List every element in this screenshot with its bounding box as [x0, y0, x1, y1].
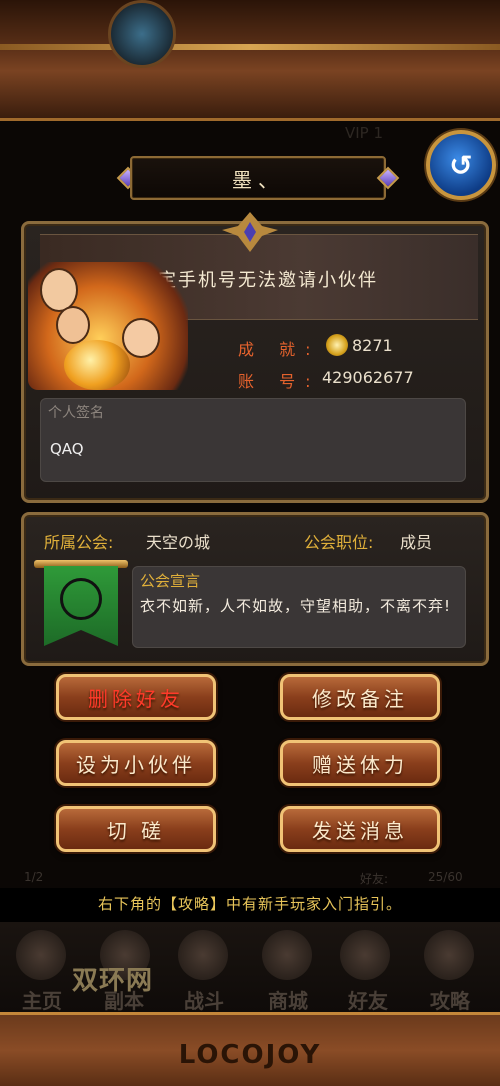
guide-icon [424, 930, 474, 980]
friends-count: 25/60 [428, 870, 463, 884]
achievement-medal-icon [326, 334, 348, 356]
signature-text: QAQ [50, 440, 84, 458]
spar-label: 切 磋 [106, 818, 166, 843]
friends-label: 好友: [360, 872, 389, 886]
back-button[interactable]: ↺ [426, 130, 496, 200]
guild-name-value: 天空の城 [146, 533, 211, 552]
guild-declaration-title: 公会宣言 [140, 572, 201, 590]
nav-item-guide[interactable]: 攻略 [414, 985, 486, 1014]
player-emblem-icon [108, 0, 176, 68]
shop-icon [262, 930, 312, 980]
signature-label: 个人签名 [48, 405, 104, 421]
hero-face-icon [56, 306, 90, 344]
set-partner-label: 设为小伙伴 [76, 752, 196, 777]
set-partner-button[interactable]: 设为小伙伴 [56, 740, 216, 786]
achievement-label: 成 就: [238, 340, 321, 359]
nav-item-home[interactable]: 主页 [6, 985, 78, 1014]
nav-item-shop[interactable]: 商城 [252, 985, 324, 1014]
hero-face-icon [122, 318, 160, 358]
back-arrow-icon: ↺ [449, 148, 473, 182]
nav-item-friends[interactable]: 好友 [332, 985, 404, 1014]
spar-button[interactable]: 切 磋 [56, 806, 216, 852]
delete-friend-button[interactable]: 删除好友 [56, 674, 216, 720]
page-indicator: 1/2 [24, 870, 44, 884]
publisher-logo: LOCOJOY [178, 1040, 322, 1070]
delete-friend-label: 删除好友 [88, 686, 184, 711]
vip-level: VIP 1 [345, 124, 384, 142]
battle-icon [178, 930, 228, 980]
friends-icon [340, 930, 390, 980]
player-name-plate: 墨、 [130, 156, 386, 200]
guild-name-label: 所属公会: [44, 533, 114, 552]
top-bar-trim [0, 44, 500, 50]
nav-item-battle[interactable]: 战斗 [168, 985, 240, 1014]
guild-role-value: 成员 [400, 533, 433, 552]
account-label: 账 号: [238, 372, 321, 391]
send-message-button[interactable]: 发送消息 [280, 806, 440, 852]
golden-orb-icon [64, 340, 130, 390]
crest-ornament-icon [222, 212, 278, 252]
send-message-label: 发送消息 [312, 818, 408, 843]
home-icon [16, 930, 66, 980]
gift-stamina-label: 赠送体力 [312, 752, 408, 777]
newbie-hint: 右下角的【攻略】中有新手玩家入门指引。 [97, 895, 402, 913]
account-value: 429062677 [322, 368, 414, 387]
edit-note-button[interactable]: 修改备注 [280, 674, 440, 720]
achievement-value: 8271 [352, 336, 393, 355]
player-name: 墨、 [232, 167, 284, 192]
site-watermark: 双环网 [72, 966, 154, 996]
edit-note-label: 修改备注 [312, 686, 408, 711]
guild-declaration-text: 衣不如新，人不如故，守望相助，不离不弃! [140, 597, 452, 615]
guild-emblem-icon [60, 578, 102, 620]
top-bar [0, 0, 500, 121]
gift-stamina-button[interactable]: 赠送体力 [280, 740, 440, 786]
guild-role-label: 公会职位: [304, 533, 374, 552]
